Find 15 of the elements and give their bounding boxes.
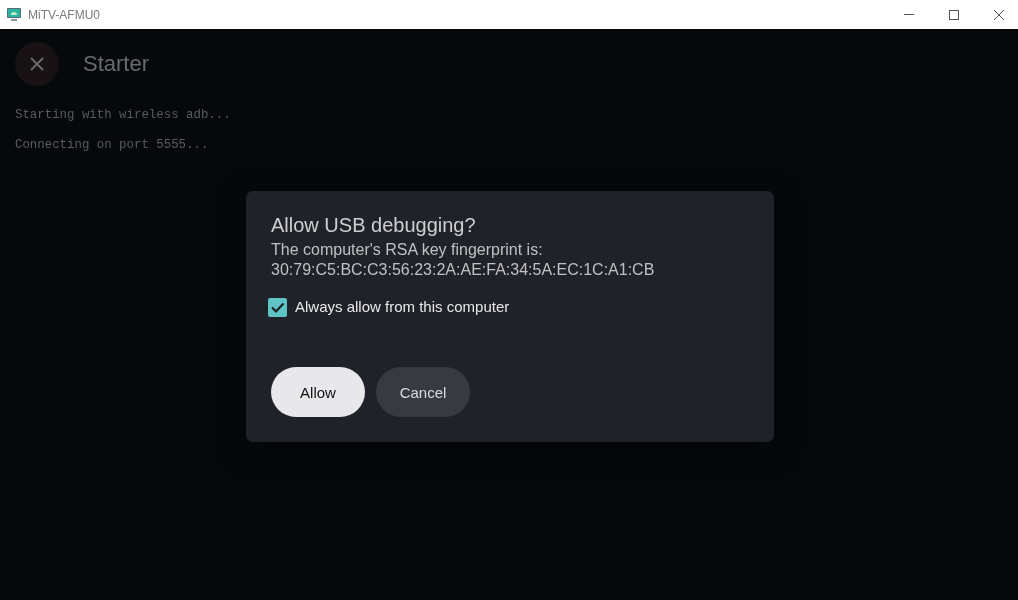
log-line: Connecting on port 5555...	[15, 137, 210, 154]
dialog-title: Allow USB debugging?	[271, 213, 477, 238]
app-title: Starter	[83, 51, 150, 77]
window-title: MiTV-AFMU0	[28, 7, 100, 22]
checkbox-label: Always allow from this computer	[295, 297, 510, 317]
close-icon[interactable]	[15, 42, 59, 86]
dialog-message: The computer's RSA key fingerprint is:	[271, 240, 544, 260]
dialog-button[interactable]: Cancel	[376, 367, 470, 417]
checkbox[interactable]	[268, 297, 287, 317]
log-line: Starting with wireless adb...	[15, 107, 232, 124]
maximize-icon[interactable]	[949, 9, 959, 20]
tv-icon	[7, 8, 21, 21]
fingerprint-text: 30:79:C5:BC:C3:56:23:2A:AE:FA:34:5A:EC:1C:A1:CB	[271, 260, 656, 280]
close-icon[interactable]	[994, 9, 1004, 20]
dialog-button[interactable]: Allow	[271, 367, 365, 417]
